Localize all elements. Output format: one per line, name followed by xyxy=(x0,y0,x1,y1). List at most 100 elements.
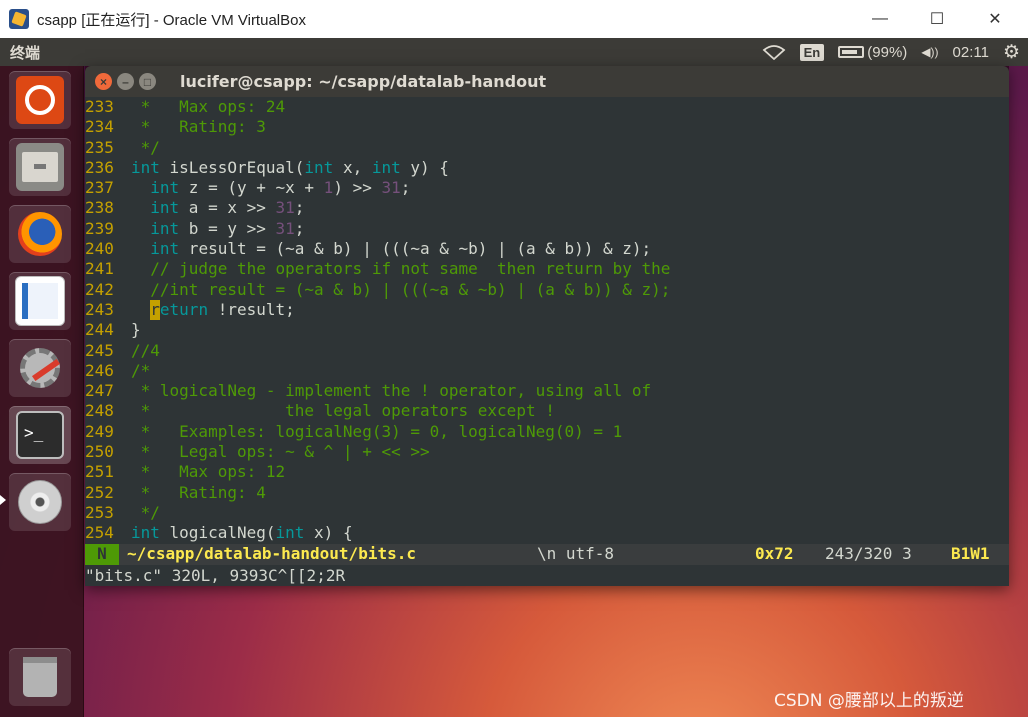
vim-command-line[interactable]: "bits.c" 320L, 9393C^[[2;2R xyxy=(85,566,1009,586)
terminal-maximize-button[interactable]: □ xyxy=(139,73,156,90)
launcher-files[interactable] xyxy=(9,138,71,196)
clock[interactable]: 02:11 xyxy=(953,44,989,61)
code-line: 239 int b = y >> 31; xyxy=(85,219,1009,239)
code-token: z = (y + ~x + xyxy=(179,178,324,198)
code-token: */ xyxy=(131,502,160,522)
code-token: int xyxy=(131,157,160,177)
terminal-title-bar[interactable]: × – □ lucifer@csapp: ~/csapp/datalab-han… xyxy=(85,66,1009,97)
code-token: ) >> xyxy=(333,178,382,198)
terminal-body[interactable]: 233 * Max ops: 24 234 * Rating: 3 235 */23… xyxy=(85,97,1009,586)
code-token: 1 xyxy=(323,178,334,198)
minimize-button[interactable]: — xyxy=(857,0,903,38)
line-number: 251 xyxy=(85,462,114,482)
line-number: 241 xyxy=(85,259,114,279)
vim-buffer-info: B1W1 xyxy=(951,544,990,564)
gear-icon[interactable]: ⚙ xyxy=(1003,41,1020,64)
vim-buffer[interactable]: 233 * Max ops: 24 234 * Rating: 3 235 */23… xyxy=(85,97,1009,544)
panel-app-title: 终端 xyxy=(10,44,41,62)
code-token: */ xyxy=(131,137,160,157)
code-line: 241 // judge the operators if not same t… xyxy=(85,259,1009,279)
code-token: x, xyxy=(333,157,372,177)
code-token: * Rating: 3 xyxy=(131,117,266,137)
code-line: 253 */ xyxy=(85,503,1009,523)
line-number: 246 xyxy=(85,360,114,380)
code-token: int xyxy=(371,157,401,177)
code-token: x) { xyxy=(304,523,353,543)
terminal-prompt-glyph: >_ xyxy=(24,423,44,442)
code-line: 237 int z = (y + ~x + 1) >> 31; xyxy=(85,178,1009,198)
code-token: ; xyxy=(400,178,411,198)
volume-icon[interactable]: ◀)) xyxy=(921,45,938,59)
trash-icon xyxy=(16,653,64,701)
ubuntu-top-panel: 终端 En (99%) ◀)) 02:11 ⚙ xyxy=(0,38,1028,66)
code-line: 248 * the legal operators except ! xyxy=(85,401,1009,421)
vim-mode-indicator: N xyxy=(85,544,119,565)
vim-encoding: \n utf-8 xyxy=(537,544,615,564)
close-button[interactable]: ✕ xyxy=(972,0,1018,38)
wifi-icon[interactable] xyxy=(762,44,786,60)
code-token: * the legal operators except ! xyxy=(131,401,555,421)
code-line: 249 * Examples: logicalNeg(3) = 0, logic… xyxy=(85,422,1009,442)
keyboard-language-indicator[interactable]: En xyxy=(799,43,825,61)
code-line: 254 int logicalNeg(int x) { xyxy=(85,523,1009,543)
code-token: * Max ops: 12 xyxy=(131,462,286,482)
launcher-firefox[interactable] xyxy=(9,205,71,263)
line-number: 247 xyxy=(85,381,114,401)
ubuntu-home-icon xyxy=(16,76,64,124)
line-number: 243 xyxy=(85,299,114,319)
code-line: 243 r eturn !result; xyxy=(85,299,1009,321)
code-token: * logicalNeg - implement the ! operator,… xyxy=(131,381,652,401)
launcher-dvd[interactable] xyxy=(9,473,71,531)
launcher-ubuntu-home[interactable] xyxy=(9,71,71,129)
launcher-terminal[interactable]: >_ xyxy=(9,406,71,464)
code-line: 235 */ xyxy=(85,138,1009,158)
terminal-close-button[interactable]: × xyxy=(95,73,112,90)
active-app-indicator xyxy=(0,495,6,505)
code-line: 233 * Max ops: 24 xyxy=(85,97,1009,117)
line-number: 239 xyxy=(85,218,114,238)
code-token: a = x >> xyxy=(179,198,276,218)
code-token: b = y >> xyxy=(179,218,276,238)
launcher-trash[interactable] xyxy=(9,648,71,706)
csdn-watermark: CSDN @腰部以上的叛逆 xyxy=(774,691,964,711)
host-window-title: csapp [正在运行] - Oracle VM VirtualBox xyxy=(37,11,306,29)
code-line: 247 * logicalNeg - implement the ! opera… xyxy=(85,381,1009,401)
code-line: 251 * Max ops: 12 xyxy=(85,462,1009,482)
code-token: * Rating: 4 xyxy=(131,482,266,502)
battery-indicator[interactable]: (99%) xyxy=(838,44,907,61)
maximize-button[interactable]: ☐ xyxy=(914,0,960,38)
line-number: 254 xyxy=(85,523,114,543)
code-token: /* xyxy=(131,360,151,380)
code-token: ; xyxy=(294,218,305,238)
code-token: * Max ops: 24 xyxy=(131,97,286,116)
writer-icon xyxy=(15,276,65,326)
line-number: 253 xyxy=(85,502,114,522)
code-line: 244} xyxy=(85,320,1009,340)
line-number: 252 xyxy=(85,482,114,502)
line-number: 235 xyxy=(85,137,114,157)
code-line: 240 int result = (~a & b) | (((~a & ~b) … xyxy=(85,239,1009,259)
line-number: 234 xyxy=(85,117,114,137)
launcher-system-settings[interactable] xyxy=(9,339,71,397)
dvd-icon xyxy=(16,478,64,526)
code-token: 31 xyxy=(381,178,401,198)
vim-file-path: ~/csapp/datalab-handout/bits.c xyxy=(127,544,416,564)
line-number: 236 xyxy=(85,157,114,177)
code-token: eturn xyxy=(159,299,209,319)
line-number: 238 xyxy=(85,198,114,218)
code-line: 234 * Rating: 3 xyxy=(85,117,1009,137)
code-token: !result; xyxy=(208,299,295,319)
launcher-writer[interactable] xyxy=(9,272,71,330)
code-token: int xyxy=(150,218,180,238)
line-number: 250 xyxy=(85,442,114,462)
terminal-minimize-button[interactable]: – xyxy=(117,73,134,90)
code-token: int xyxy=(150,178,180,198)
code-token: } xyxy=(131,320,141,340)
code-token: isLessOrEqual( xyxy=(159,157,305,177)
code-line: 245 //4 xyxy=(85,341,1009,361)
files-icon xyxy=(16,143,64,191)
